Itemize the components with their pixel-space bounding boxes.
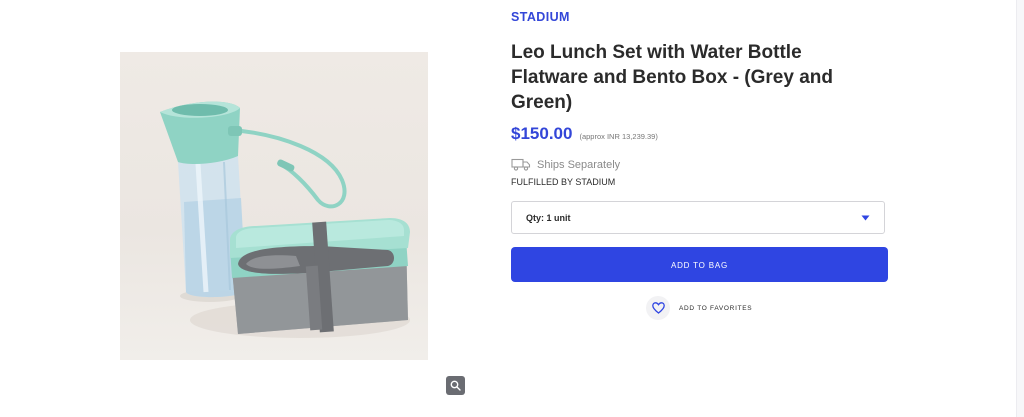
truck-icon — [511, 158, 531, 171]
product-page: STADIUM Leo Lunch Set with Water Bottle … — [0, 0, 1024, 417]
brand-link[interactable]: STADIUM — [511, 10, 570, 24]
fulfilled-by-text: FULFILLED BY STADIUM — [511, 177, 616, 187]
product-price: $150.00 — [511, 124, 573, 143]
shipping-info: Ships Separately — [511, 158, 620, 171]
add-to-favorites-label: ADD TO FAVORITES — [679, 304, 753, 312]
zoom-button[interactable] — [446, 376, 465, 395]
add-to-bag-button[interactable]: ADD TO BAG — [511, 247, 888, 282]
product-illustration — [160, 101, 410, 338]
quantity-value: Qty: 1 unit — [526, 213, 571, 223]
product-title: Leo Lunch Set with Water Bottle Flatware… — [511, 42, 833, 113]
caret-down-icon — [861, 215, 870, 221]
price-row: $150.00 (approx INR 13,239.39) — [511, 124, 658, 144]
heart-icon — [651, 302, 665, 314]
page-scroll-edge — [1016, 0, 1024, 417]
add-to-favorites-button[interactable]: ADD TO FAVORITES — [646, 296, 752, 320]
product-image — [120, 52, 428, 360]
quantity-select[interactable]: Qty: 1 unit — [511, 201, 885, 234]
heart-button-circle[interactable] — [646, 296, 670, 320]
magnifier-icon — [450, 380, 461, 391]
ships-separately-text: Ships Separately — [537, 158, 621, 171]
approx-price: (approx INR 13,239.39) — [579, 132, 658, 141]
